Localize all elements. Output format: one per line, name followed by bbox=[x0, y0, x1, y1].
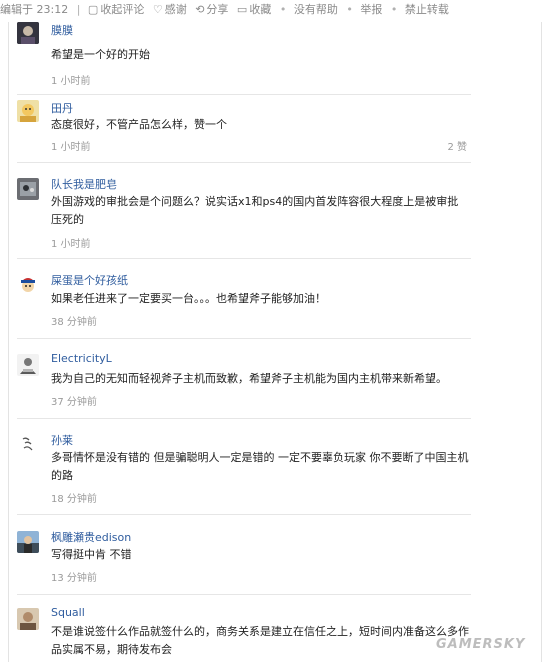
comment-item: ElectricityL 我为自己的无知而轻视斧子主机而致歉，希望斧子主机能为国… bbox=[9, 348, 541, 428]
divider bbox=[17, 418, 471, 419]
no-repost-label[interactable]: 禁止转载 bbox=[405, 0, 449, 20]
avatar[interactable] bbox=[17, 100, 39, 122]
collapse-comments-button[interactable]: ▢ 收起评论 bbox=[88, 0, 144, 20]
bookmark-icon: ▭ bbox=[236, 3, 248, 16]
heart-icon: ♡ bbox=[152, 3, 163, 16]
comment-item: 队长我是肥皂 外国游戏的审批会是个问题么？说实话x1和ps4的国内首发阵容很大程… bbox=[9, 172, 541, 270]
avatar[interactable] bbox=[17, 531, 39, 553]
comment-text: 希望是一个好的开始 bbox=[51, 48, 150, 61]
comment-author[interactable]: 田丹 bbox=[51, 100, 73, 116]
comment-bubble-icon: ▢ bbox=[87, 3, 99, 16]
comment-time: 1 小时前 bbox=[51, 142, 91, 153]
comment-text: 态度很好，不管产品怎么样，赞一个 bbox=[51, 118, 227, 131]
avatar[interactable] bbox=[17, 434, 39, 456]
watermark-text: GAMERSKY bbox=[436, 637, 526, 652]
comment-author[interactable]: 枫雕瀬贵edison bbox=[51, 529, 131, 545]
comment-item: 膜膜 希望是一个好的开始 1 小时前 bbox=[9, 22, 541, 95]
comment-time: 13 分钟前 bbox=[51, 573, 97, 584]
comment-author[interactable]: Squall bbox=[51, 606, 85, 619]
avatar[interactable] bbox=[17, 354, 39, 376]
comment-time: 38 分钟前 bbox=[51, 317, 97, 328]
comment-time: 37 分钟前 bbox=[51, 397, 97, 408]
divider bbox=[17, 258, 471, 259]
separator-dot: | bbox=[76, 3, 81, 16]
avatar[interactable] bbox=[17, 608, 39, 630]
separator-dot: • bbox=[279, 3, 287, 16]
avatar[interactable] bbox=[17, 22, 39, 44]
like-count[interactable]: 2 赞 bbox=[447, 138, 467, 153]
comment-text: 不是谁说签什么作品就签什么的，商务关系是建立在信任之上，短时间内准备这么多作品实… bbox=[51, 625, 469, 656]
comment-item: 田丹 态度很好，不管产品怎么样，赞一个 1 小时前 2 赞 bbox=[9, 94, 541, 174]
divider bbox=[17, 162, 471, 163]
comment-list: 膜膜 希望是一个好的开始 1 小时前 田丹 态度很好，不管产品怎么样，赞一个 1… bbox=[8, 22, 542, 662]
comment-text: 外国游戏的审批会是个问题么？说实话x1和ps4的国内首发阵容很大程度上是被审批压… bbox=[51, 195, 459, 226]
comment-time: 1 小时前 bbox=[51, 239, 91, 250]
divider bbox=[17, 594, 471, 595]
share-icon: ⟲ bbox=[195, 3, 205, 16]
not-helpful-button[interactable]: 没有帮助 bbox=[294, 0, 338, 20]
divider bbox=[17, 338, 471, 339]
separator-dot: • bbox=[390, 3, 398, 16]
comment-text: 如果老任进来了一定要买一台。。。也希望斧子能够加油！ bbox=[51, 292, 326, 305]
comment-item: 枫雕瀬贵edison 写得挺中肯 不错 13 分钟前 bbox=[9, 525, 541, 605]
edit-time: 编辑于 23:12 bbox=[0, 3, 69, 16]
comment-time: 18 分钟前 bbox=[51, 494, 97, 505]
separator-dot: • bbox=[346, 3, 353, 16]
report-button[interactable]: 举报 bbox=[360, 0, 382, 20]
comment-text: 写得挺中肯 不错 bbox=[51, 548, 132, 561]
comment-author[interactable]: 队长我是肥皂 bbox=[51, 176, 117, 192]
comment-item: 屎蛋是个好孩纸 如果老任进来了一定要买一台。。。也希望斧子能够加油！ 38 分钟… bbox=[9, 268, 541, 348]
avatar[interactable] bbox=[17, 274, 39, 296]
divider bbox=[17, 514, 471, 515]
favorite-button[interactable]: ▭ 收藏 bbox=[237, 0, 271, 20]
comment-text: 我为自己的无知而轻视斧子主机而致歉，希望斧子主机能为国内主机带来新希望。 bbox=[51, 372, 447, 385]
comment-author[interactable]: ElectricityL bbox=[51, 352, 112, 365]
gamersky-watermark: GAMERSKY bbox=[434, 632, 544, 654]
thanks-button[interactable]: ♡ 感谢 bbox=[153, 0, 187, 20]
avatar[interactable] bbox=[17, 178, 39, 200]
answer-action-bar: 编辑于 23:12 | ▢ 收起评论 ♡ 感谢 ⟲ 分享 ▭ 收藏 • 没有帮助 • 举… bbox=[0, 0, 550, 20]
comment-author[interactable]: 膜膜 bbox=[51, 22, 73, 38]
comment-text: 多哥情怀是没有错的 但是骗聪明人一定是错的 一定不要辜负玩家 你不要断了中国主机… bbox=[51, 451, 469, 482]
comment-item: 孙莱 多哥情怀是没有错的 但是骗聪明人一定是错的 一定不要辜负玩家 你不要断了中… bbox=[9, 428, 541, 526]
comment-author[interactable]: 屎蛋是个好孩纸 bbox=[51, 272, 128, 288]
share-button[interactable]: ⟲ 分享 bbox=[195, 0, 228, 20]
comment-time: 1 小时前 bbox=[51, 76, 91, 87]
comment-author[interactable]: 孙莱 bbox=[51, 432, 73, 448]
